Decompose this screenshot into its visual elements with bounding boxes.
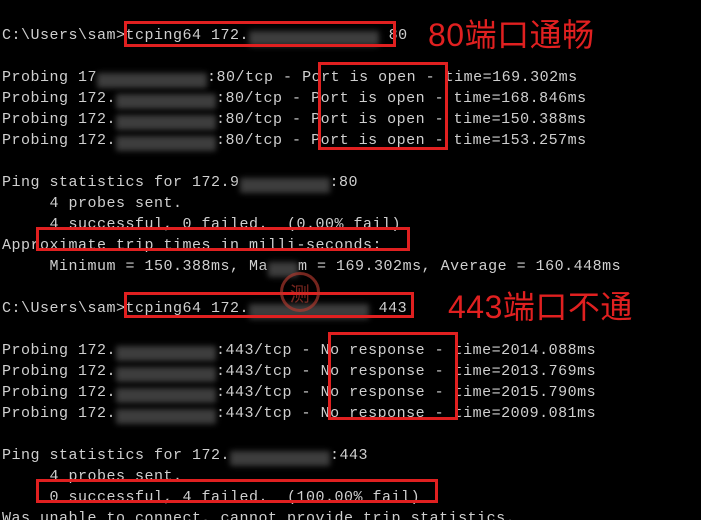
- redacted-ip: [116, 409, 216, 424]
- success-80: 4 successful, 0 failed. (0.00% fail): [2, 214, 699, 235]
- redacted-ip: [116, 388, 216, 403]
- unable-line: Was unable to connect, cannot provide tr…: [2, 508, 699, 520]
- probe-line: Probing 172.:80/tcp - Port is open - tim…: [2, 109, 699, 130]
- redacted-ip: [230, 451, 330, 466]
- cmd1-suf: 80: [379, 27, 408, 44]
- minmax-line: Minimum = 150.388ms, Mam = 169.302ms, Av…: [2, 256, 699, 277]
- blank-line: [2, 319, 699, 340]
- blank-line: [2, 151, 699, 172]
- no-response: No response: [321, 384, 426, 401]
- approx-header: Approximate trip times in milli-seconds:: [2, 235, 699, 256]
- probe-line: Probing 172.:443/tcp - No response - tim…: [2, 382, 699, 403]
- prompt: C:\Users\sam>: [2, 27, 126, 44]
- cmd1-pre: tcping64 172.: [126, 27, 250, 44]
- no-response: No response: [321, 363, 426, 380]
- port-open: Port is open: [311, 132, 425, 149]
- probe-line: Probing 17:80/tcp - Port is open - time=…: [2, 67, 699, 88]
- probe-line: Probing 172.:443/tcp - No response - tim…: [2, 361, 699, 382]
- redacted-ip: [116, 136, 216, 151]
- port-open: Port is open: [311, 111, 425, 128]
- port-open: Port is open: [302, 69, 416, 86]
- probes-sent: 4 probes sent.: [2, 193, 699, 214]
- redacted-ip: [249, 31, 379, 46]
- terminal-output: C:\Users\sam>tcping64 172. 80 Probing 17…: [0, 0, 701, 520]
- redacted-ip: [116, 367, 216, 382]
- blank-line: [2, 424, 699, 445]
- blank-line: [2, 46, 699, 67]
- stats-header-80: Ping statistics for 172.9:80: [2, 172, 699, 193]
- no-response: No response: [321, 342, 426, 359]
- probe-line: Probing 172.:80/tcp - Port is open - tim…: [2, 88, 699, 109]
- redacted-ip: [249, 304, 369, 319]
- redacted-ip: [116, 346, 216, 361]
- blank-line: [2, 4, 699, 25]
- cmd2-pre: tcping64 172.: [126, 300, 250, 317]
- probes-sent: 4 probes sent.: [2, 466, 699, 487]
- probe-line: Probing 172.:443/tcp - No response - tim…: [2, 403, 699, 424]
- blank-line: [2, 277, 699, 298]
- no-response: No response: [321, 405, 426, 422]
- cmd2-suf: 443: [369, 300, 407, 317]
- prompt: C:\Users\sam>: [2, 300, 126, 317]
- success-443: 0 successful, 4 failed. (100.00% fail): [2, 487, 699, 508]
- redacted-ip: [97, 73, 207, 88]
- prompt-line-2[interactable]: C:\Users\sam>tcping64 172. 443: [2, 298, 699, 319]
- redacted-ip: [116, 115, 216, 130]
- redacted-ip: [240, 178, 330, 193]
- probe-line: Probing 172.:443/tcp - No response - tim…: [2, 340, 699, 361]
- prompt-line-1[interactable]: C:\Users\sam>tcping64 172. 80: [2, 25, 699, 46]
- redacted-ip: [116, 94, 216, 109]
- probe-line: Probing 172.:80/tcp - Port is open - tim…: [2, 130, 699, 151]
- redacted: [268, 262, 298, 277]
- port-open: Port is open: [311, 90, 425, 107]
- stats-header-443: Ping statistics for 172.:443: [2, 445, 699, 466]
